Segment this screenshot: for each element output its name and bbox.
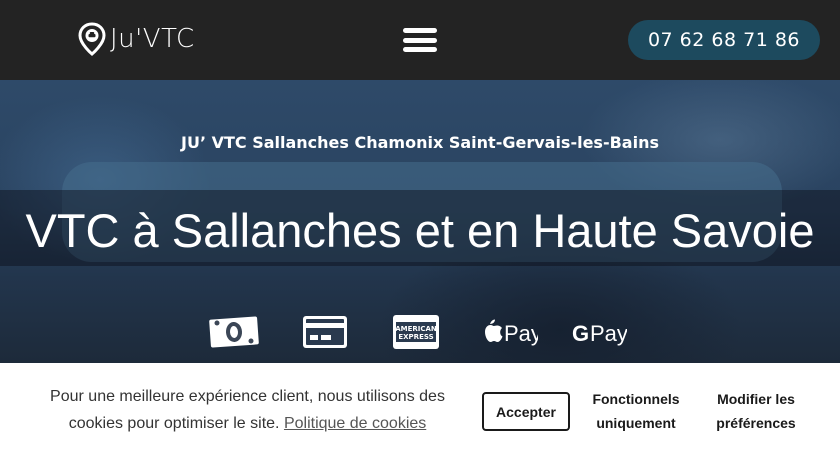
google-pay-letter: G xyxy=(572,321,589,346)
hero-banner: JU’ VTC Sallanches Chamonix Saint-Gervai… xyxy=(0,80,840,363)
cash-icon xyxy=(207,312,261,352)
cookie-banner: Pour une meilleure expérience client, no… xyxy=(0,363,840,460)
map-pin-car-icon xyxy=(78,22,106,56)
google-pay-icon: G Pay xyxy=(571,312,627,352)
logo-text: Ju'VTC xyxy=(110,24,195,54)
phone-call-button[interactable]: 07 62 68 71 86 xyxy=(627,20,820,60)
hamburger-menu-icon[interactable] xyxy=(403,28,437,52)
google-pay-text: Pay xyxy=(590,321,627,346)
modify-preferences-line1: Modifier les xyxy=(717,391,795,407)
amex-text-bottom: EXPRESS xyxy=(398,333,433,341)
modify-preferences-line2: préférences xyxy=(716,415,796,431)
payment-methods: AMERICAN EXPRESS Pay G Pay xyxy=(0,312,840,352)
american-express-icon: AMERICAN EXPRESS xyxy=(392,312,440,352)
functional-only-line2: uniquement xyxy=(596,415,676,431)
functional-only-line1: Fonctionnels xyxy=(592,391,680,407)
apple-pay-text: Pay xyxy=(504,321,538,346)
apple-pay-icon: Pay xyxy=(480,312,538,352)
cookie-message-block: Pour une meilleure expérience client, no… xyxy=(40,383,455,437)
accept-cookies-button[interactable]: Accepter xyxy=(482,392,570,431)
credit-card-icon xyxy=(302,312,348,352)
site-logo[interactable]: Ju'VTC xyxy=(78,22,195,56)
hero-subtitle: JU’ VTC Sallanches Chamonix Saint-Gervai… xyxy=(181,133,659,152)
functional-only-button[interactable]: Fonctionnels uniquement xyxy=(586,387,686,435)
page-title: VTC à Sallanches et en Haute Savoie xyxy=(25,204,815,257)
cookie-policy-link[interactable]: Politique de cookies xyxy=(284,415,426,432)
site-header: Ju'VTC 07 62 68 71 86 xyxy=(0,0,840,80)
amex-text-top: AMERICAN xyxy=(395,325,437,333)
modify-preferences-button[interactable]: Modifier les préférences xyxy=(706,387,806,435)
